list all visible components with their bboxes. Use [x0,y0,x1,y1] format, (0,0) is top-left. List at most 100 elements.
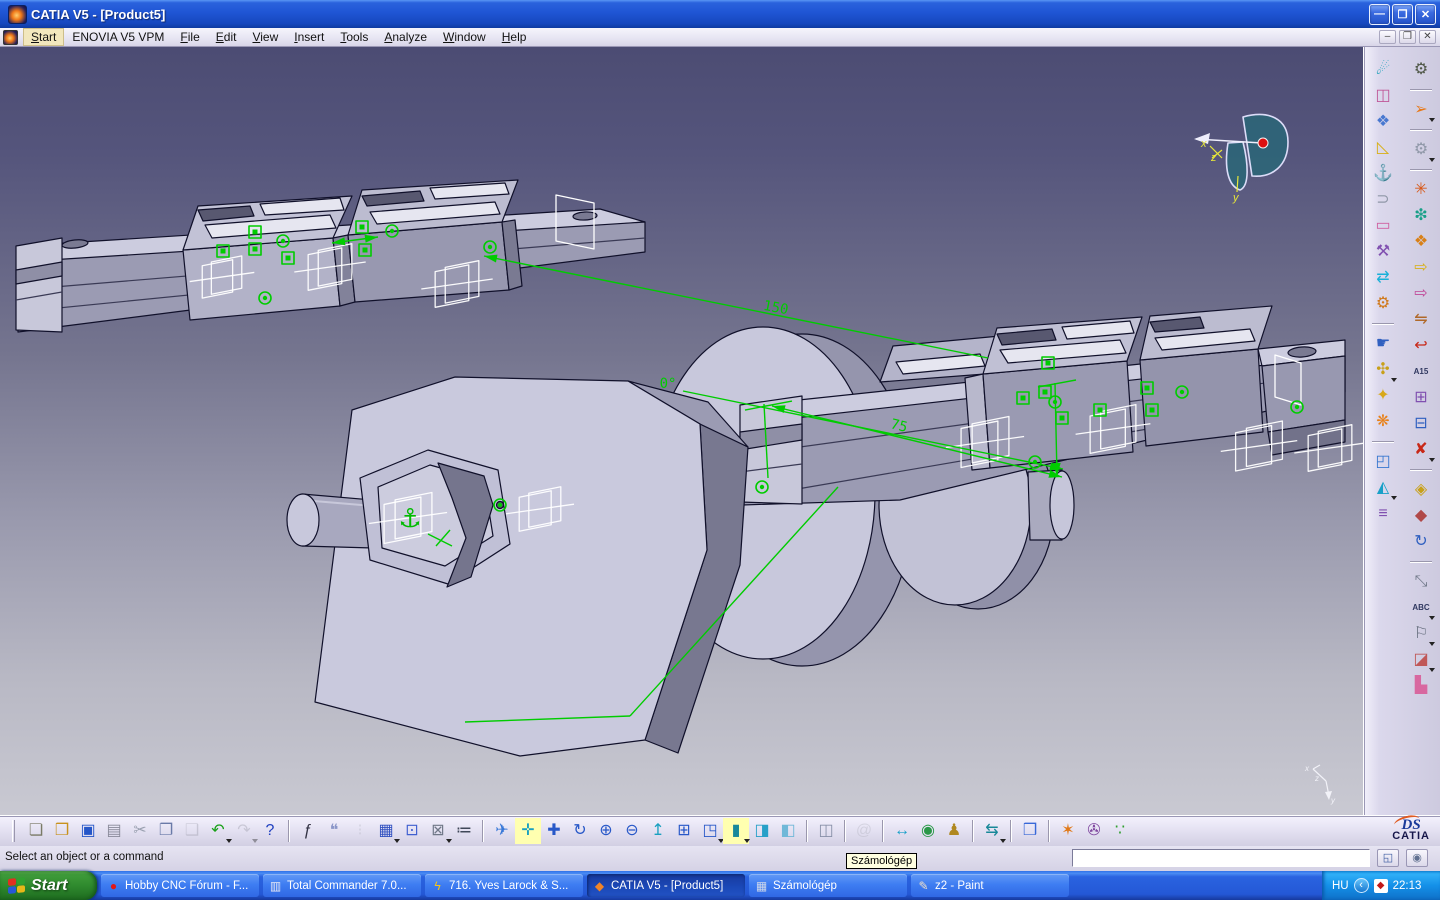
paste-button[interactable]: ❑ [179,818,205,844]
rotate-button[interactable]: ↻ [567,818,593,844]
dropdown-arrow-icon[interactable] [1000,839,1006,843]
toolbar-handle[interactable] [12,820,15,842]
www-button[interactable]: @ [851,818,877,844]
measure-item-button[interactable]: ◉ [915,818,941,844]
measure-inertia-button[interactable]: ♟ [941,818,967,844]
product-tree-button[interactable]: ≡ [1370,501,1396,527]
task-winamp[interactable]: ϟ716. Yves Larock & S... [425,874,583,897]
knowledge-inspector-button[interactable]: ⁝ [347,818,373,844]
dropdown-arrow-icon[interactable] [1391,378,1397,382]
power-input-button[interactable]: ◉ [1406,849,1428,867]
command-history-button[interactable]: ◱ [1377,849,1399,867]
undo-button[interactable]: ↶ [205,818,231,844]
measure-between-tool-button[interactable]: ⤡ [1408,569,1434,595]
snap-angle-button[interactable]: ◺ [1370,135,1396,161]
smart-move-button[interactable]: ⚙ [1370,291,1396,317]
fit-all-in-button[interactable]: ✛ [515,818,541,844]
new-component-button[interactable]: ✳ [1408,177,1434,203]
pan-button[interactable]: ✚ [541,818,567,844]
clash-analysis-button[interactable]: ❋ [1370,409,1396,435]
constraints-toolbar-button[interactable]: ⇆ [979,818,1005,844]
measure-item-tool-button[interactable]: ABC [1408,595,1434,621]
annotation-3d-button[interactable]: ▙ [1408,673,1434,699]
new-part-button[interactable]: ❇ [1408,203,1434,229]
mdi-restore-button[interactable]: ❐ [1399,30,1416,44]
task-paint[interactable]: ✎z2 - Paint [911,874,1069,897]
replace-component-button[interactable]: ⇋ [1408,307,1434,333]
mdi-close-button[interactable]: ✕ [1419,30,1436,44]
annotation-button[interactable]: ⚐ [1408,621,1434,647]
restore-button[interactable]: ❐ [1392,4,1413,25]
save-button[interactable]: ▣ [75,818,101,844]
menu-file[interactable]: File [172,28,207,46]
generate-numbering-button[interactable]: A15 [1408,359,1434,385]
menu-insert[interactable]: Insert [286,28,332,46]
menu-window[interactable]: Window [435,28,494,46]
graphic-properties-button[interactable]: ∵ [1107,818,1133,844]
menu-view[interactable]: View [244,28,286,46]
lock-button[interactable]: ⊠ [425,818,451,844]
existing-component-button[interactable]: ⇨ [1408,255,1434,281]
dropdown-arrow-icon[interactable] [1429,642,1435,646]
equivalent-dimensions-button[interactable]: ≔ [451,818,477,844]
selective-load-button[interactable]: ⊞ [1408,385,1434,411]
manipulate-on-rail-button[interactable]: ☛ [1370,331,1396,357]
explode-button[interactable]: ✦ [1370,383,1396,409]
render-effects-button[interactable]: ✶ [1055,818,1081,844]
open-button[interactable]: ❒ [49,818,75,844]
fast-multi-instantiation-button[interactable]: ❖ [1370,109,1396,135]
menu-edit[interactable]: Edit [208,28,245,46]
fly-examine-button[interactable]: ☄ [1370,57,1396,83]
language-indicator[interactable]: HU [1332,880,1349,892]
antivirus-tray-icon[interactable]: ◆ [1374,879,1388,893]
design-table-button[interactable]: ▦ [373,818,399,844]
new-product-doc-button[interactable]: ❖ [1408,229,1434,255]
mdi-minimize-button[interactable]: – [1379,30,1396,44]
copy-button[interactable]: ❐ [153,818,179,844]
new-product-button[interactable]: ◫ [1370,83,1396,109]
dropdown-arrow-icon[interactable] [1429,118,1435,122]
command-input[interactable] [1072,849,1370,867]
menu-help[interactable]: Help [494,28,535,46]
multi-view-button[interactable]: ⊞ [671,818,697,844]
normal-view-button[interactable]: ↥ [645,818,671,844]
close-button[interactable]: ✕ [1415,4,1436,25]
manage-representations-button[interactable]: ⊟ [1408,411,1434,437]
minimize-button[interactable]: — [1369,4,1390,25]
update-all-button[interactable]: ⚙ [1408,57,1434,83]
whats-this-help-button[interactable]: ? [257,818,283,844]
fix-anchor-button[interactable]: ⚓ [1370,161,1396,187]
task-total-commander[interactable]: ▥Total Commander 7.0... [263,874,421,897]
fly-mode-button[interactable]: ✈ [489,818,515,844]
menu-start[interactable]: Start [23,28,64,46]
menu-tools[interactable]: Tools [332,28,376,46]
start-button[interactable]: Start [0,871,97,900]
manipulation-button[interactable]: ▭ [1370,213,1396,239]
hide-icons-chevron[interactable]: ‹ [1354,878,1369,893]
existing-component-positioned-button[interactable]: ⇨ [1408,281,1434,307]
dropdown-arrow-icon[interactable] [1391,496,1397,500]
menu-enovia-v5-vpm[interactable]: ENOVIA V5 VPM [64,28,172,46]
offset-constraint-button[interactable]: ↻ [1408,529,1434,555]
swap-visible-space-button[interactable]: ◧ [775,818,801,844]
redo-button[interactable]: ↷ [231,818,257,844]
sectioning-button[interactable]: ◪ [1408,647,1434,673]
attach-button[interactable]: ⊃ [1370,187,1396,213]
contact-constraint-button[interactable]: ◆ [1408,503,1434,529]
relations-button[interactable]: ⊡ [399,818,425,844]
tools-probe-button[interactable]: ⚒ [1370,239,1396,265]
select-with-command-button[interactable]: ⚙ [1408,137,1434,163]
sectioning-view-button[interactable]: ◭ [1370,475,1396,501]
apply-material-button[interactable]: ✇ [1081,818,1107,844]
snap-button[interactable]: ✣ [1370,357,1396,383]
swap-update-button[interactable]: ⇄ [1370,265,1396,291]
coincidence-constraint-button[interactable]: ◈ [1408,477,1434,503]
measure-between-button[interactable]: ↔ [889,818,915,844]
multi-instantiation-button[interactable]: ✘ [1408,437,1434,463]
space-analysis-button[interactable]: ◰ [1370,449,1396,475]
dropdown-arrow-icon[interactable] [1429,616,1435,620]
task-catia[interactable]: ◆CATIA V5 - [Product5] [587,874,745,897]
dropdown-arrow-icon[interactable] [1429,158,1435,162]
new-document-button[interactable]: ❏ [23,818,49,844]
select-button[interactable]: ➢ [1408,97,1434,123]
